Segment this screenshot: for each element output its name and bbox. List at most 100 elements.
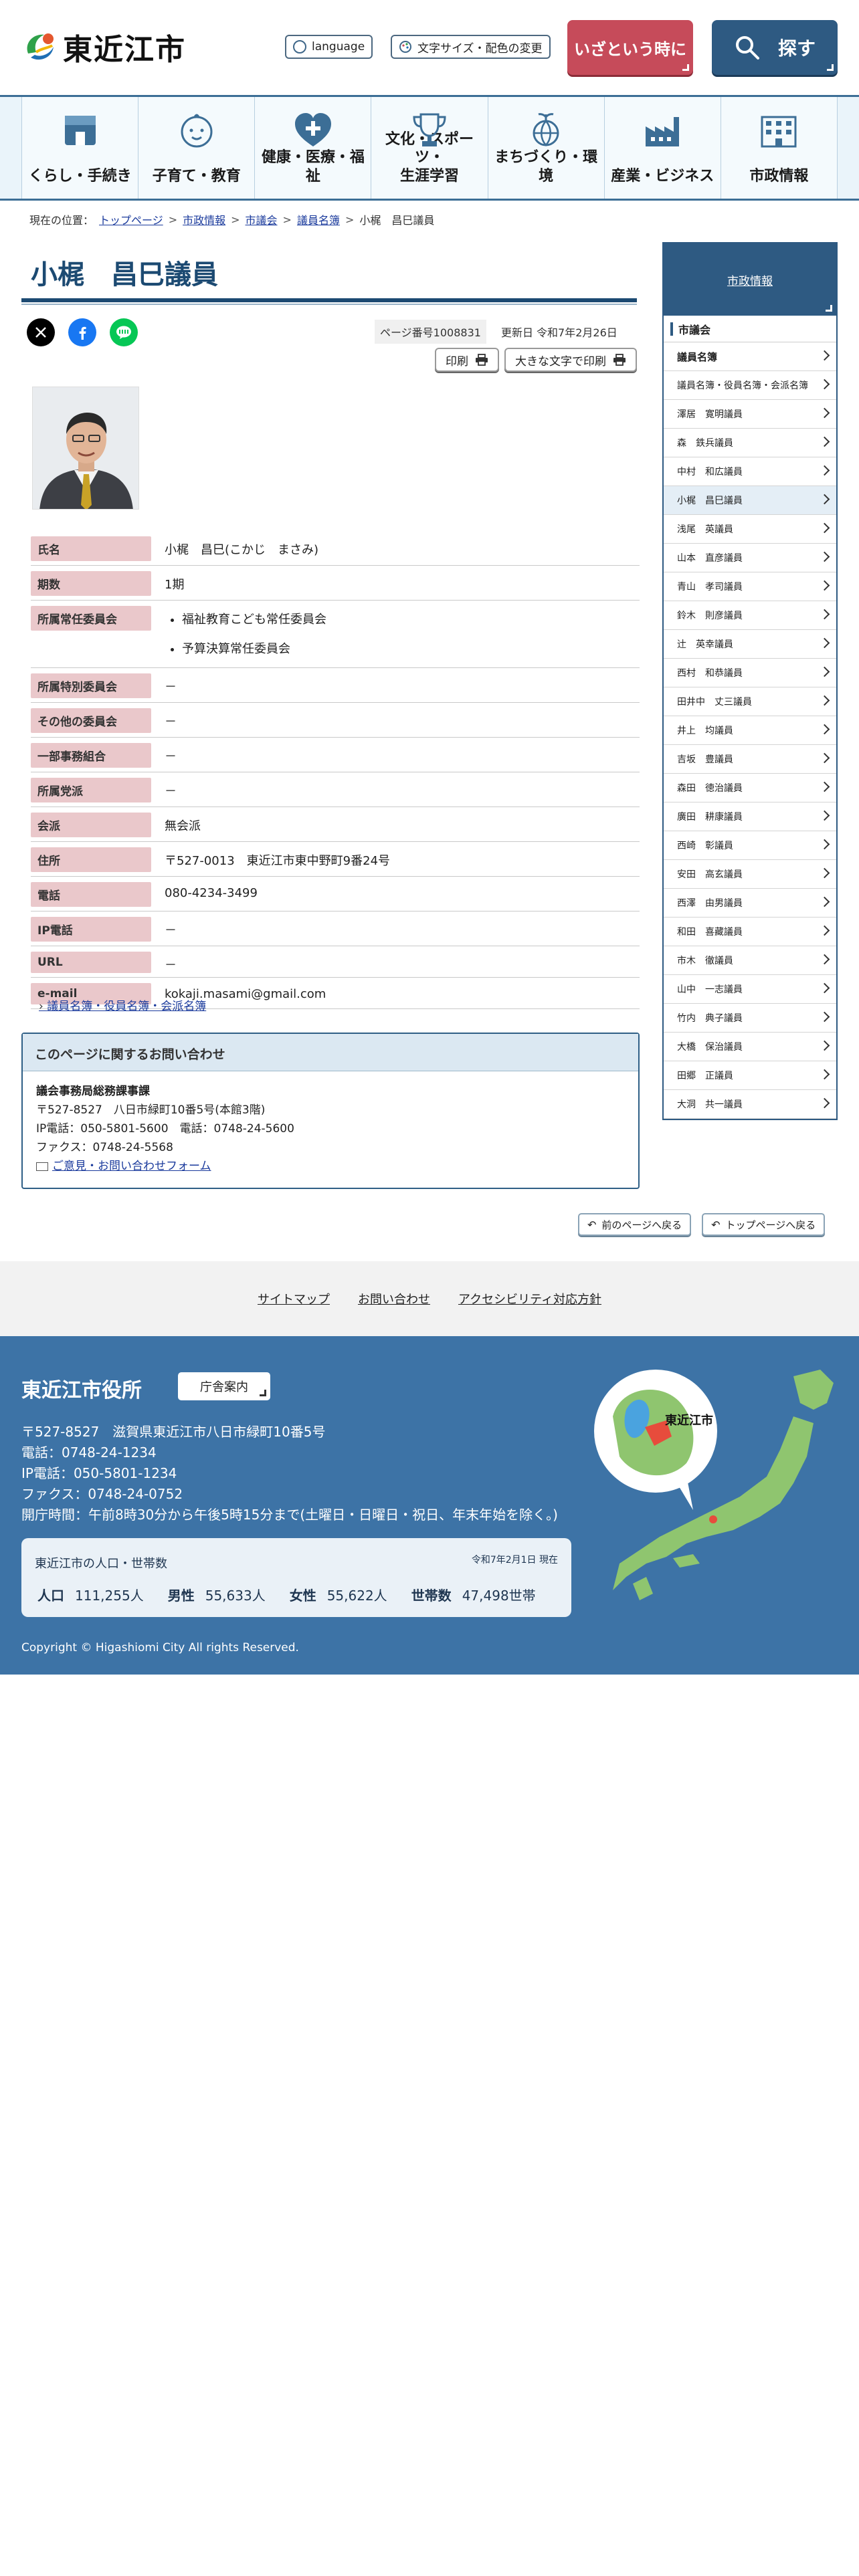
chevron-right-icon	[819, 1040, 830, 1051]
sidebar-item-label: 安田 高玄議員	[677, 869, 743, 880]
expand-corner-icon	[258, 1388, 266, 1396]
sidebar-item[interactable]: 廣田 耕康議員	[664, 802, 836, 831]
sidebar-item[interactable]: 森田 徳治議員	[664, 774, 836, 802]
sidebar-item[interactable]: 西澤 由男議員	[664, 889, 836, 918]
print-large-button[interactable]: 大きな文字で印刷	[504, 348, 637, 372]
sidebar-item[interactable]: 鈴木 則彦議員	[664, 601, 836, 630]
page-title-block: 小梶 昌巳議員	[21, 249, 637, 305]
sidebar-item[interactable]: 山本 直彦議員	[664, 544, 836, 572]
baby-face-icon	[181, 114, 213, 148]
footer-link[interactable]: アクセシビリティ対応方針	[458, 1290, 601, 1307]
top-page-button[interactable]: ↶ トップページへ戻る	[702, 1213, 826, 1236]
gnav-item-1[interactable]: 子育て・教育	[138, 97, 255, 199]
contact-heading: このページに関するお問い合わせ	[23, 1034, 638, 1071]
breadcrumb-separator: >	[231, 213, 240, 226]
sidebar-heading-link[interactable]: 市政情報	[727, 272, 773, 288]
chevron-right-icon	[819, 1011, 830, 1023]
chevron-right-icon	[819, 954, 830, 965]
profile-label: 住所	[31, 847, 151, 872]
breadcrumb-link[interactable]: トップページ	[99, 211, 163, 227]
sidebar-item[interactable]: 田郷 正議員	[664, 1061, 836, 1090]
profile-value: －	[165, 750, 177, 764]
sidebar-item[interactable]: 田井中 丈三議員	[664, 687, 836, 716]
sidebar-item[interactable]: 井上 均議員	[664, 716, 836, 745]
chevron-right-icon	[819, 637, 830, 649]
sidebar-item[interactable]: 議員名簿	[664, 342, 836, 371]
office-guide-button[interactable]: 庁舎案内	[178, 1372, 270, 1400]
chevron-right-icon	[819, 350, 830, 361]
sidebar-item-label: 和田 喜藏議員	[677, 927, 743, 938]
sidebar-item[interactable]: 西村 和恭議員	[664, 659, 836, 687]
sidebar-item-label: 青山 孝司議員	[677, 582, 743, 593]
related-list-label: 議員名簿・役員名簿・会派名簿	[47, 1000, 207, 1013]
breadcrumb-link[interactable]: 議員名簿	[297, 211, 340, 227]
sidebar-item[interactable]: 大洞 共一議員	[664, 1090, 836, 1119]
profile-label: 所属常任委員会	[31, 606, 151, 631]
sidebar-item[interactable]: 森 鉄兵議員	[664, 429, 836, 457]
breadcrumb-link[interactable]: 市議会	[246, 211, 278, 227]
footer-links: サイトマップ お問い合わせ アクセシビリティ対応方針	[0, 1261, 859, 1336]
households-label: 世帯数	[411, 1588, 452, 1604]
sidebar-item[interactable]: 中村 和広議員	[664, 457, 836, 486]
sidebar-item[interactable]: 小梶 昌巳議員	[664, 486, 836, 515]
footer-link[interactable]: お問い合わせ	[358, 1290, 430, 1307]
sidebar-item[interactable]: 山中 一志議員	[664, 975, 836, 1004]
sidebar-item[interactable]: 議員名簿・役員名簿・会派名簿	[664, 371, 836, 400]
chevron-right-icon: ›	[39, 1000, 47, 1013]
gnav-item-5[interactable]: 産業・ビジネス	[603, 97, 721, 199]
sidebar-item[interactable]: 青山 孝司議員	[664, 572, 836, 601]
profile-value: －	[165, 958, 177, 972]
profile-list-item: 福祉教育こども常任委員会	[182, 610, 640, 627]
sidebar-list: 議員名簿 議員名簿・役員名簿・会派名簿 澤居 寛明議員森 鉄兵議員中村 和広議員 小梶…	[664, 342, 836, 1119]
sidebar-item[interactable]: 市木 徹議員	[664, 946, 836, 975]
footer-link[interactable]: サイトマップ	[258, 1290, 330, 1307]
sidebar-item[interactable]: 大橋 保治議員	[664, 1033, 836, 1061]
gnav-label: 健康・医療・福祉	[261, 149, 365, 185]
contact-dept: 議会事務局総務課事課	[36, 1085, 150, 1098]
sidebar-item[interactable]: 安田 高玄議員	[664, 860, 836, 889]
profile-label: URL	[31, 952, 151, 973]
emergency-button[interactable]: いざという時に	[567, 20, 693, 75]
inquiry-form-link[interactable]: ご意見・お問い合わせフォーム	[52, 1160, 211, 1173]
site-logo[interactable]: 東近江市	[21, 27, 186, 67]
sidebar-item[interactable]: 澤居 寛明議員	[664, 400, 836, 429]
sidebar-item-label: 森 鉄兵議員	[677, 438, 733, 449]
gnav-item-3[interactable]: 文化・スポーツ・ 生涯学習	[371, 97, 488, 199]
chevron-right-icon	[819, 551, 830, 562]
language-button[interactable]: language	[285, 35, 373, 59]
sidebar-item[interactable]: 和田 喜藏議員	[664, 918, 836, 946]
profile-label: 所属党派	[31, 778, 151, 802]
sidebar-item[interactable]: 辻 英幸議員	[664, 630, 836, 659]
sidebar-item[interactable]: 西崎 彰議員	[664, 831, 836, 860]
gnav-item-6[interactable]: 市政情報	[720, 97, 838, 199]
sidebar-item-label: 大橋 保治議員	[677, 1042, 743, 1053]
prev-page-button[interactable]: ↶ 前のページへ戻る	[578, 1213, 692, 1236]
facebook-share-icon[interactable]	[68, 318, 96, 346]
profile-value: －	[165, 924, 177, 938]
households-value: 47,498世帯	[462, 1588, 536, 1604]
font-size-color-button[interactable]: 文字サイズ・配色の変更	[391, 35, 551, 59]
population-label: 人口	[37, 1588, 64, 1604]
line-share-icon[interactable]	[110, 318, 138, 346]
search-button[interactable]: 探す	[712, 20, 838, 75]
gnav-item-2[interactable]: 健康・医療・福祉	[254, 97, 371, 199]
page-number: ページ番号1008831	[375, 320, 486, 344]
related-list-link[interactable]: › 議員名簿・役員名簿・会派名簿	[39, 996, 206, 1013]
sidebar-item[interactable]: 浅尾 英議員	[664, 515, 836, 544]
sidebar-item-label: 吉坂 豊議員	[677, 754, 733, 765]
chevron-right-icon	[819, 407, 830, 419]
gnav-item-4[interactable]: まちづくり・環境	[487, 97, 604, 199]
print-button[interactable]: 印刷	[435, 348, 499, 372]
sidebar-item[interactable]: 竹内 典子議員	[664, 1004, 836, 1033]
gnav-item-0[interactable]: くらし・手続き	[21, 97, 138, 199]
global-nav: くらし・手続き 子育て・教育 健康・医療・福祉 文化・スポーツ・ 生涯学習 まちづくり・…	[0, 95, 859, 201]
sidebar-item-label: 西村 和恭議員	[677, 668, 743, 679]
chevron-right-icon	[819, 839, 830, 850]
breadcrumb-link[interactable]: 市政情報	[183, 211, 225, 227]
copyright: Copyright © Higashiomi City All rights R…	[21, 1641, 299, 1654]
chevron-right-icon	[819, 1069, 830, 1080]
office-guide-label: 庁舎案内	[200, 1380, 248, 1394]
sidebar-item[interactable]: 吉坂 豊議員	[664, 745, 836, 774]
x-share-icon[interactable]	[27, 318, 55, 346]
chevron-right-icon	[819, 896, 830, 907]
